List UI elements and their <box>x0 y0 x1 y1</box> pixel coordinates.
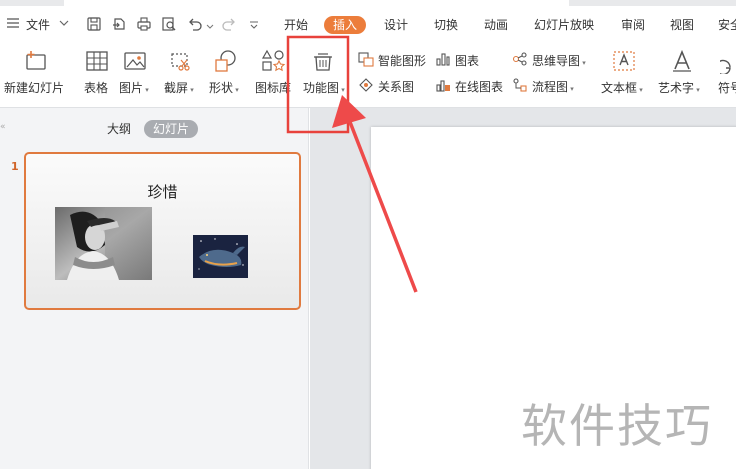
smart-shape-icon <box>358 51 374 67</box>
online-chart-label: 在线图表 <box>455 80 504 94</box>
shape-icon <box>213 48 239 74</box>
online-chart-icon <box>435 77 451 93</box>
chevron-down-icon: ▾ <box>143 86 149 94</box>
table-label: 表格 <box>84 81 109 95</box>
icon-library-icon <box>260 48 286 74</box>
screenshot-label: 截屏 <box>164 81 189 95</box>
word-art-label: 艺术字 <box>658 81 695 95</box>
shape-label: 形状 <box>209 81 234 95</box>
smart-shape-label: 智能图形 <box>378 54 427 68</box>
picture-button[interactable]: 图片 ▾ <box>119 43 159 105</box>
chevron-down-icon: ▾ <box>188 86 194 94</box>
icon-library-button[interactable]: 图标库 <box>255 43 295 105</box>
flow-chart-icon <box>512 77 528 93</box>
smart-shape-button[interactable]: 智能图形 <box>358 50 428 68</box>
insert-ribbon: 新建幻灯片 表格 图片 ▾ 截屏 ▾ 形状 ▾ 图标库 功能图 ▾ 智能图形 关… <box>0 43 736 108</box>
chart-button[interactable]: 图表 <box>435 50 485 68</box>
redo-icon[interactable] <box>221 16 239 34</box>
slide-canvas: 软件技巧 <box>310 108 736 469</box>
icon-library-label: 图标库 <box>255 81 292 95</box>
file-menu[interactable]: 文件 <box>26 18 50 32</box>
tab-insert[interactable]: 插入 <box>324 16 367 34</box>
text-box-button[interactable]: 文本框 ▾ <box>601 43 649 105</box>
word-art-label-wrap: 艺术字 ▾ <box>658 79 700 96</box>
chevron-down-icon: ▾ <box>233 86 239 94</box>
word-art-button[interactable]: 艺术字 ▾ <box>658 43 706 105</box>
tab-review[interactable]: 审阅 <box>621 17 645 33</box>
table-icon <box>84 48 110 74</box>
tab-home[interactable]: 开始 <box>284 17 308 33</box>
tab-slides[interactable]: 幻灯片 <box>144 120 199 138</box>
chevron-down-icon: ▾ <box>568 85 574 93</box>
save-icon[interactable] <box>86 16 104 34</box>
tab-transitions[interactable]: 切换 <box>434 17 458 33</box>
menu-bar: 文件 开始 插入 设计 切换 动画 幻灯片放映 审阅 视图 安全 <box>0 6 736 43</box>
picture-icon <box>122 48 148 74</box>
print-preview-icon[interactable] <box>161 16 179 34</box>
online-chart-button[interactable]: 在线图表 <box>435 76 507 94</box>
function-chart-icon <box>310 48 336 74</box>
slide-thumbnail[interactable]: 珍惜 <box>24 152 301 310</box>
chevron-down-icon: ▾ <box>580 59 586 67</box>
function-chart-label: 功能图 <box>303 81 340 95</box>
watermark: 软件技巧 <box>515 358 736 469</box>
symbol-button[interactable]: 符号 <box>716 43 736 105</box>
whale-photo <box>193 235 248 278</box>
tab-design[interactable]: 设计 <box>384 17 408 33</box>
chart-label: 图表 <box>455 54 480 68</box>
symbol-label: 符号 <box>718 81 736 95</box>
slide-panel: « 大纲 幻灯片 1 珍惜 <box>0 108 309 469</box>
new-slide-label: 新建幻灯片 <box>4 81 65 95</box>
chevron-down-icon: ▾ <box>694 86 700 94</box>
tab-view[interactable]: 视图 <box>670 17 694 33</box>
undo-icon[interactable] <box>187 16 205 34</box>
tab-slideshow[interactable]: 幻灯片放映 <box>534 17 594 33</box>
hamburger-icon[interactable] <box>7 17 19 32</box>
slide-thumbnail-title: 珍惜 <box>147 183 178 201</box>
new-slide-icon <box>23 48 49 74</box>
relation-chart-button[interactable]: 关系图 <box>358 76 418 94</box>
mind-map-label: 思维导图 <box>532 54 581 68</box>
picture-label-wrap: 图片 ▾ <box>119 79 149 96</box>
text-box-label: 文本框 <box>601 81 638 95</box>
chart-icon <box>435 51 451 67</box>
relation-chart-icon <box>358 77 374 93</box>
text-box-label-wrap: 文本框 ▾ <box>601 79 643 96</box>
slide-number: 1 <box>11 160 19 173</box>
tab-security[interactable]: 安全 <box>718 17 736 33</box>
table-button[interactable]: 表格 <box>80 43 114 105</box>
portrait-photo <box>55 207 152 280</box>
chevron-down-icon[interactable] <box>59 17 69 31</box>
tab-animations[interactable]: 动画 <box>484 17 508 33</box>
customize-icon[interactable] <box>249 20 267 38</box>
mind-map-label-wrap: 思维导图 ▾ <box>532 52 586 69</box>
picture-label: 图片 <box>119 81 144 95</box>
flow-chart-label-wrap: 流程图 ▾ <box>532 78 574 95</box>
collapse-panel-icon[interactable]: « <box>0 122 6 132</box>
print-icon[interactable] <box>136 16 154 34</box>
symbol-icon <box>716 48 736 76</box>
screenshot-icon <box>167 48 193 74</box>
screenshot-button[interactable]: 截屏 ▾ <box>164 43 204 105</box>
flow-chart-label: 流程图 <box>532 80 569 94</box>
shape-button[interactable]: 形状 ▾ <box>209 43 249 105</box>
new-slide-button[interactable]: 新建幻灯片 <box>4 43 68 105</box>
chevron-down-icon: ▾ <box>637 86 643 94</box>
chevron-down-icon: ▾ <box>339 86 345 94</box>
word-art-icon <box>669 48 695 74</box>
export-icon[interactable] <box>111 16 129 34</box>
relation-chart-label: 关系图 <box>378 80 415 94</box>
function-chart-label-wrap: 功能图 ▾ <box>303 79 345 96</box>
function-chart-button[interactable]: 功能图 ▾ <box>301 43 347 105</box>
tab-outline[interactable]: 大纲 <box>107 121 131 137</box>
mind-map-icon <box>512 51 528 67</box>
screenshot-label-wrap: 截屏 ▾ <box>164 79 194 96</box>
shape-label-wrap: 形状 ▾ <box>209 79 239 96</box>
file-menu-label: 文件 <box>26 18 51 32</box>
flow-chart-button[interactable]: 流程图 ▾ <box>512 76 582 94</box>
mind-map-button[interactable]: 思维导图 ▾ <box>512 50 594 68</box>
text-box-icon <box>611 48 637 74</box>
watermark-text: 软件技巧 <box>521 399 713 453</box>
